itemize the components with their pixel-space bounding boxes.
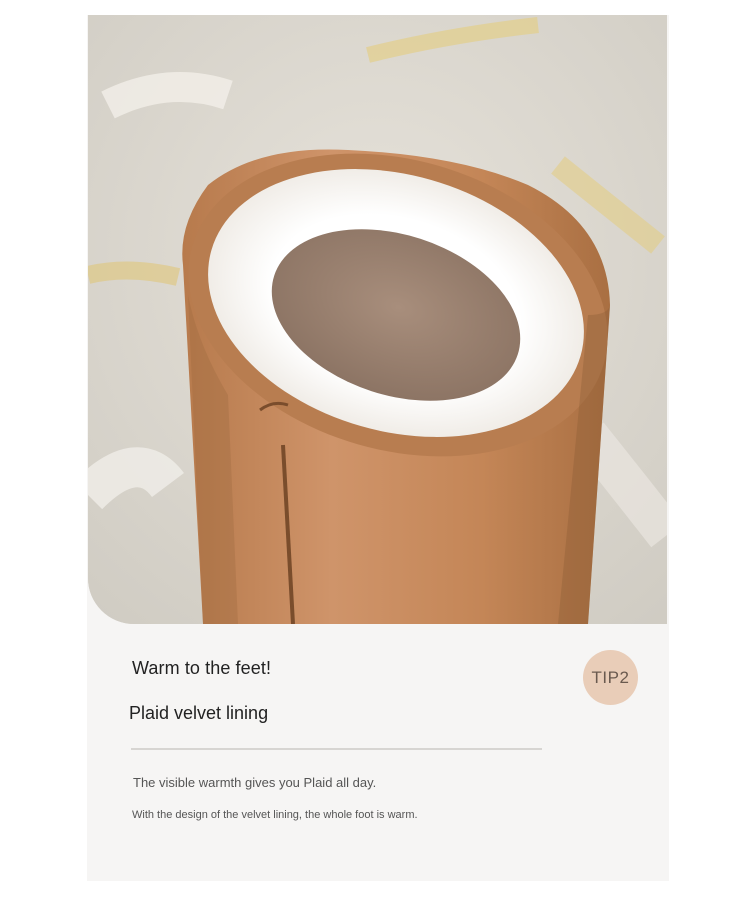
tip-badge: TIP2	[583, 650, 638, 705]
product-feature-card: Warm to the feet! Plaid velvet lining TI…	[87, 15, 669, 881]
headline: Warm to the feet!	[132, 658, 272, 678]
description-text: The visible warmth gives you Plaid all d…	[133, 775, 377, 790]
boot-lining-photo	[88, 15, 667, 624]
subhead: Plaid velvet lining	[129, 703, 269, 723]
page: Warm to the feet! Plaid velvet lining TI…	[0, 0, 750, 899]
detail-text: With the design of the velvet lining, th…	[132, 809, 418, 821]
divider	[131, 748, 542, 750]
